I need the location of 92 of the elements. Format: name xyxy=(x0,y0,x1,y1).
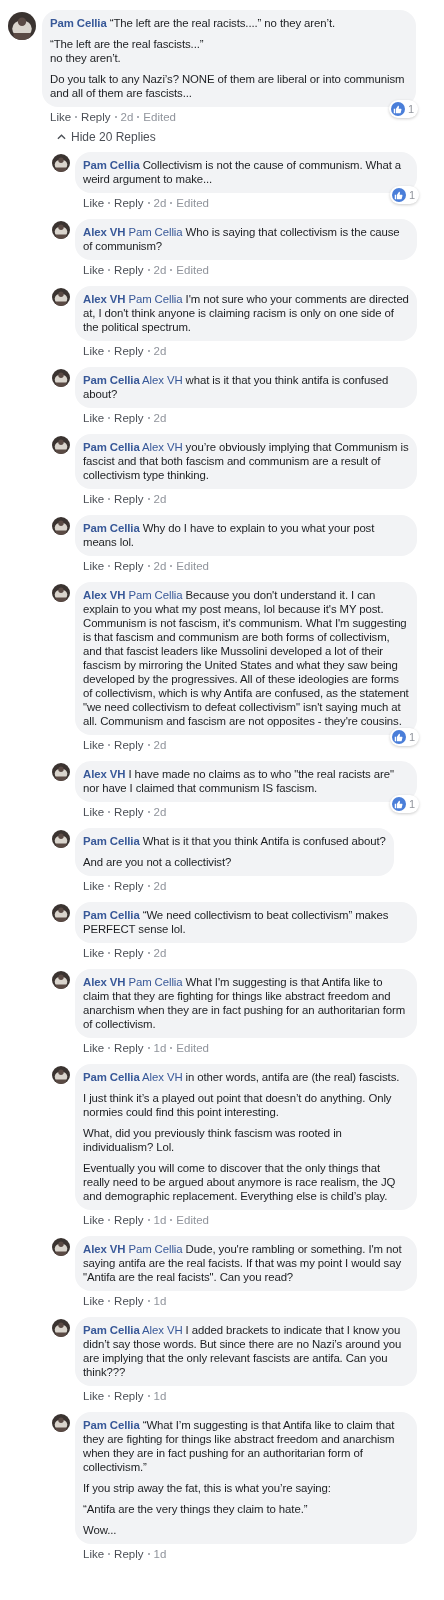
author-link[interactable]: Pam Cellia xyxy=(83,159,140,171)
reply-link[interactable]: Reply xyxy=(81,110,111,124)
reply-link[interactable]: Reply xyxy=(114,805,144,819)
reply-link[interactable]: Reply xyxy=(114,1547,144,1561)
reply-link[interactable]: Reply xyxy=(114,1041,144,1055)
reaction-count: 1 xyxy=(408,731,415,743)
reply-link[interactable]: Reply xyxy=(114,946,144,960)
reaction-count: 1 xyxy=(408,798,415,810)
author-link[interactable]: Pam Cellia xyxy=(83,1419,140,1431)
like-link[interactable]: Like xyxy=(83,879,105,893)
comment-text: Alex VH I have made no claims as to who "the real racists are" nor have I claimed that communism IS fascism. xyxy=(83,767,395,795)
comment-text: Alex VH Pam Cellia Dude, you're rambling or something. I'm not saying antifa are the real facists. If that was my point I would say "Antifa are the real facists". Can you read? xyxy=(83,1242,403,1284)
mention-link[interactable]: Pam Cellia xyxy=(128,293,183,305)
mention-link[interactable]: Pam Cellia xyxy=(128,589,183,601)
caret-icon xyxy=(57,134,66,140)
like-link[interactable]: Like xyxy=(83,1294,105,1308)
author-link[interactable]: Pam Cellia xyxy=(83,441,140,453)
reply-link[interactable]: Reply xyxy=(114,492,144,506)
like-link[interactable]: Like xyxy=(83,411,105,425)
comment-text: “The left are the real fascists...” no they aren’t. xyxy=(50,37,205,65)
comment-text: If you strip away the fat, this is what you’re saying: xyxy=(83,1481,332,1495)
thumbs-up-icon xyxy=(390,102,405,116)
reply-link[interactable]: Reply xyxy=(114,263,144,277)
comment-text: Pam Cellia Alex VH what is it that you think antifa is confused about? xyxy=(83,373,390,401)
mention-link[interactable]: Alex VH xyxy=(142,1324,183,1336)
reply-link[interactable]: Reply xyxy=(114,1389,144,1403)
like-link[interactable]: Like xyxy=(83,1547,105,1561)
like-link[interactable]: Like xyxy=(83,263,105,277)
author-link[interactable]: Alex VH xyxy=(83,976,126,988)
like-link[interactable]: Like xyxy=(83,738,105,752)
author-link[interactable]: Alex VH xyxy=(83,768,126,780)
comment-text: Alex VH Pam Cellia Who is saying that collectivism is the cause of communism? xyxy=(83,225,401,253)
comment-text: Pam Cellia Why do I have to explain to you what your post means lol. xyxy=(83,521,376,549)
author-link[interactable]: Pam Cellia xyxy=(83,374,140,386)
author-link[interactable]: Alex VH xyxy=(83,226,126,238)
like-link[interactable]: Like xyxy=(83,1213,105,1227)
mention-link[interactable]: Pam Cellia xyxy=(128,1243,183,1255)
reply-link[interactable]: Reply xyxy=(114,196,144,210)
comment-text: Pam Cellia Alex VH you’re obviously implying that Communism is fascist and that both fascism and communism are a result of collectivism type thinking. xyxy=(83,440,409,482)
comment-text: Pam Cellia Alex VH I added brackets to indicate that I know you didn’t say those words. But since there are no Nazi’s around you are implying that the only relevant fascists are antifa. Can you think??? xyxy=(83,1323,403,1379)
thumbs-up-icon xyxy=(391,797,406,811)
reply-link[interactable]: Reply xyxy=(114,344,144,358)
author-link[interactable]: Alex VH xyxy=(83,1243,126,1255)
reply-link[interactable]: Reply xyxy=(114,738,144,752)
author-link[interactable]: Pam Cellia xyxy=(83,835,140,847)
comment-text: Alex VH Pam Cellia What I'm suggesting is that Antifa like to claim that they are fighting for things like abstract freedom and anarchism when they are in fact pushing for an authoritarian form of collectivism. xyxy=(83,975,407,1031)
comment-text: Pam Cellia “What I’m suggesting is that Antifa like to claim that they are fighting for things like abstract freedom and anarchism when they are in fact pushing for an authoritarian form of collectivism.” xyxy=(83,1418,396,1474)
reaction-count: 1 xyxy=(408,189,415,201)
comment-text: Pam Cellia Alex VH in other words, antifa are (the real) fascists. xyxy=(83,1070,401,1084)
author-link[interactable]: Pam Cellia xyxy=(83,522,140,534)
author-link[interactable]: Alex VH xyxy=(83,293,126,305)
reaction-count: 1 xyxy=(407,103,414,115)
mention-link[interactable]: Pam Cellia xyxy=(128,976,183,988)
comment-text: Pam Cellia What is it that you think Antifa is confused about? xyxy=(83,834,386,848)
comment-text: Pam Cellia “The left are the real racists....” no they aren’t. xyxy=(50,16,337,30)
author-link[interactable]: Pam Cellia xyxy=(50,17,107,29)
comment-text: And are you not a collectivist? xyxy=(83,855,233,869)
author-link[interactable]: Pam Cellia xyxy=(83,909,140,921)
like-link[interactable]: Like xyxy=(50,110,72,124)
like-link[interactable]: Like xyxy=(83,559,105,573)
thumbs-up-icon xyxy=(391,188,406,202)
thumbs-up-icon xyxy=(391,730,406,744)
reply-link[interactable]: Reply xyxy=(114,879,144,893)
mention-link[interactable]: Alex VH xyxy=(142,1071,183,1083)
comment-text: I just think it’s a played out point that doesn’t do anything. Only normies could find this point interesting. xyxy=(83,1091,393,1119)
reply-link[interactable]: Reply xyxy=(114,559,144,573)
comment-text: What, did you previously think fascism was rooted in individualism? Lol. xyxy=(83,1126,343,1154)
comment-text: Alex VH Pam Cellia I'm not sure who your comments are directed at, I don't think anyone is claiming racism is only on one side of the political spectrum. xyxy=(83,292,409,334)
like-link[interactable]: Like xyxy=(83,344,105,358)
author-link[interactable]: Pam Cellia xyxy=(83,1071,140,1083)
comment-text: Pam Cellia “We need collectivism to beat collectivism” makes PERFECT sense lol. xyxy=(83,908,390,936)
comment-text: Eventually you will come to discover that the only things that really need to be argued about anymore is race realism, the JQ and demographic replacement. Everything else is child’s play. xyxy=(83,1161,397,1203)
hide-replies-link[interactable]: Hide 20 Replies xyxy=(57,130,444,144)
reply-link[interactable]: Reply xyxy=(114,1213,144,1227)
author-link[interactable]: Pam Cellia xyxy=(83,1324,140,1336)
mention-link[interactable]: Alex VH xyxy=(142,374,183,386)
comment-text: Pam Cellia Collectivism is not the cause of communism. What a weird argument to make... xyxy=(83,158,403,186)
comment-text: “Antifa are the very things they claim to hate.” xyxy=(83,1502,309,1516)
reply-link[interactable]: Reply xyxy=(114,411,144,425)
mention-link[interactable]: Pam Cellia xyxy=(128,226,183,238)
comment-text: Alex VH Pam Cellia Because you don't understand it. I can explain to you what my post means, lol because it's MY post. Communism is not fascism, it's communism. What I'm suggesting is that fascism and communism are both forms of collectivism, and that fascist leaders like Mussolini developed a lot of their fascism by mirroring the United States and what they saw being developed by the progressives. All of these ideologies are forms of collectivism, which is why Antifa are confused, as the statement "we need collectivism to defeat collectivism" isn't saying much at all. Communism and fascism are not opposites - they're cousins. xyxy=(83,588,409,728)
mention-link[interactable]: Alex VH xyxy=(142,441,183,453)
like-link[interactable]: Like xyxy=(83,492,105,506)
like-link[interactable]: Like xyxy=(83,946,105,960)
like-link[interactable]: Like xyxy=(83,805,105,819)
author-link[interactable]: Alex VH xyxy=(83,589,126,601)
like-link[interactable]: Like xyxy=(83,1389,105,1403)
like-link[interactable]: Like xyxy=(83,196,105,210)
like-link[interactable]: Like xyxy=(83,1041,105,1055)
comment-text: Do you talk to any Nazi’s? NONE of them are liberal or into communism and all of them are fascists... xyxy=(50,72,406,100)
reply-link[interactable]: Reply xyxy=(114,1294,144,1308)
comment-text: Wow... xyxy=(83,1523,118,1537)
